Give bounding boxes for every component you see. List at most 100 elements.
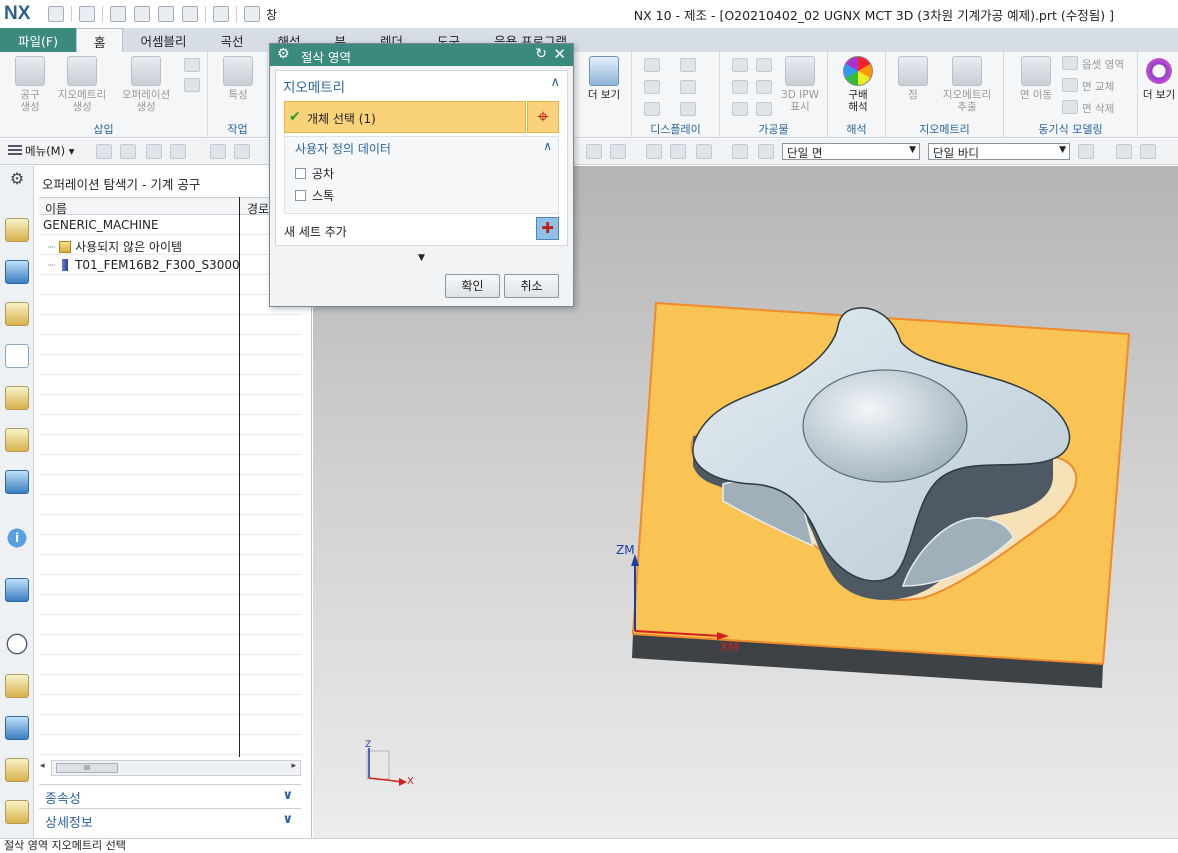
arrow-right-icon[interactable] — [1078, 144, 1094, 159]
operation-navigator-icon[interactable] — [5, 344, 29, 368]
tab-assembly[interactable]: 어셈블리 — [123, 28, 203, 52]
snap-icon[interactable] — [696, 144, 712, 159]
replace-face-icon[interactable] — [1062, 78, 1078, 92]
chevron-up-icon[interactable]: ∧ — [543, 139, 552, 153]
section-details[interactable]: 상세정보 ∨ — [39, 808, 301, 831]
snap-icon[interactable] — [670, 144, 686, 159]
face-rule-select[interactable]: 단일 면 ▼ — [782, 143, 920, 160]
undo-icon[interactable] — [79, 6, 95, 22]
snap-icon[interactable] — [732, 144, 748, 159]
gear-icon[interactable]: ⚙ — [277, 46, 290, 62]
create-operation-button[interactable]: 오퍼레이션 생성 — [116, 56, 176, 113]
tree-node-unused-items[interactable]: ┈ 사용되지 않은 아이템 — [48, 238, 182, 255]
filter-icon[interactable] — [210, 144, 226, 159]
window-icon[interactable] — [244, 6, 260, 22]
gear-icon[interactable]: ⚙ — [5, 168, 29, 192]
checkbox-box[interactable] — [295, 168, 306, 179]
tree-node-tool[interactable]: ┈ T01_FEM16B2_F300_S3000 — [48, 258, 240, 272]
section-dependencies[interactable]: 종속성 ∨ — [39, 784, 301, 807]
display-option-icon[interactable] — [680, 80, 696, 94]
filter-icon[interactable] — [234, 144, 250, 159]
column-name[interactable]: 이름 — [45, 200, 67, 217]
web-browser-icon[interactable] — [5, 578, 29, 602]
select-object-row[interactable]: ✔ 개체 선택 (1) — [284, 101, 526, 133]
horizontal-scrollbar[interactable]: ◂ III ▸ — [40, 760, 301, 776]
view-icon[interactable] — [1116, 144, 1132, 159]
display-option-icon[interactable] — [680, 102, 696, 116]
display-more-button[interactable]: 더 보기 — [582, 56, 626, 101]
tolerance-checkbox[interactable]: 공차 — [295, 165, 334, 182]
machine-navigator-icon[interactable] — [5, 386, 29, 410]
draft-analysis-button[interactable]: 구배 해석 — [836, 56, 880, 113]
chevron-up-icon[interactable]: ∧ — [550, 75, 560, 90]
create-program-icon[interactable] — [184, 78, 200, 92]
show-3d-ipw-button[interactable]: 3D IPW 표시 — [778, 56, 822, 113]
add-new-set-button[interactable]: ✚ — [536, 217, 559, 240]
workpiece-option-icon[interactable] — [756, 80, 772, 94]
reuse-library-icon[interactable] — [5, 428, 29, 452]
snap-icon[interactable] — [586, 144, 602, 159]
cut-icon[interactable] — [110, 6, 126, 22]
scroll-right-icon[interactable]: ▸ — [291, 761, 296, 771]
properties-button[interactable]: 특성 — [218, 56, 258, 101]
paste-icon[interactable] — [158, 6, 174, 22]
create-method-icon[interactable] — [184, 58, 200, 72]
snap-icon[interactable] — [610, 144, 626, 159]
workpiece-option-icon[interactable] — [756, 58, 772, 72]
dialog-title-bar[interactable]: ⚙ 절삭 영역 ↻ ✕ — [270, 44, 573, 66]
tree-node-machine[interactable]: GENERIC_MACHINE — [43, 218, 159, 232]
part-navigator-icon[interactable] — [5, 302, 29, 326]
replace-face-label[interactable]: 면 교체 — [1082, 79, 1114, 94]
delete-face-label[interactable]: 면 삭제 — [1082, 101, 1114, 116]
display-option-icon[interactable] — [644, 102, 660, 116]
palette-icon[interactable] — [5, 674, 29, 698]
cancel-button[interactable]: 취소 — [504, 274, 559, 298]
filter-icon[interactable] — [146, 144, 162, 159]
checkbox-box[interactable] — [295, 190, 306, 201]
touch-mode-icon[interactable] — [213, 6, 229, 22]
point-button[interactable]: 점 — [896, 56, 930, 101]
roles-icon[interactable] — [5, 800, 29, 824]
display-option-icon[interactable] — [644, 80, 660, 94]
body-rule-select[interactable]: 단일 바디 ▼ — [928, 143, 1070, 160]
workpiece-option-icon[interactable] — [732, 58, 748, 72]
stock-checkbox[interactable]: 스톡 — [295, 187, 334, 204]
create-tool-button[interactable]: 공구 생성 — [10, 56, 50, 113]
save-icon[interactable] — [48, 6, 64, 22]
delete-face-icon[interactable] — [1062, 100, 1078, 114]
repeat-command-icon[interactable] — [182, 6, 198, 22]
filter-icon[interactable] — [120, 144, 136, 159]
info-icon[interactable]: i — [5, 526, 29, 550]
close-icon[interactable]: ✕ — [553, 45, 566, 63]
snap-icon[interactable] — [646, 144, 662, 159]
role-icon[interactable] — [5, 470, 29, 494]
view-icon[interactable] — [1140, 144, 1156, 159]
manufacturing-wizard-icon[interactable] — [5, 758, 29, 782]
offset-region-icon[interactable] — [1062, 56, 1078, 70]
extract-geometry-button[interactable]: 지오메트리 추출 — [936, 56, 998, 113]
process-studio-icon[interactable] — [5, 716, 29, 740]
reset-icon[interactable]: ↻ — [535, 46, 547, 62]
workpiece-option-icon[interactable] — [756, 102, 772, 116]
menu-button[interactable]: 메뉴(M) ▾ — [8, 143, 75, 159]
scroll-left-icon[interactable]: ◂ — [40, 761, 45, 771]
display-option-icon[interactable] — [680, 58, 696, 72]
dome-pocket[interactable] — [802, 369, 968, 483]
column-path[interactable]: 경로 — [247, 200, 269, 217]
filter-icon[interactable] — [170, 144, 186, 159]
assembly-navigator-icon[interactable] — [5, 218, 29, 242]
scroll-thumb[interactable]: III — [56, 763, 118, 773]
offset-region-label[interactable]: 옵셋 영역 — [1082, 57, 1124, 72]
snap-icon[interactable] — [758, 144, 774, 159]
window-menu[interactable]: 창 — [266, 6, 277, 23]
workpiece-option-icon[interactable] — [732, 102, 748, 116]
tab-home[interactable]: 홈 — [75, 28, 124, 52]
constraint-navigator-icon[interactable] — [5, 260, 29, 284]
expand-more-icon[interactable]: ▼ — [270, 253, 573, 263]
display-option-icon[interactable] — [644, 58, 660, 72]
create-geometry-button[interactable]: 지오메트리 생성 — [52, 56, 112, 113]
workpiece-option-icon[interactable] — [732, 80, 748, 94]
tab-curve[interactable]: 곡선 — [203, 28, 260, 52]
more-right-button[interactable]: 더 보기 — [1140, 56, 1178, 101]
column-divider[interactable] — [239, 197, 240, 757]
